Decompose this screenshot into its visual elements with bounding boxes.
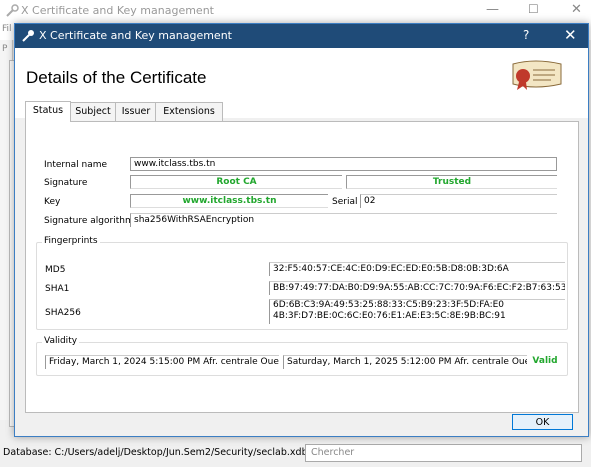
status-panel: Internal name www.itclass.tbs.tn Signatu… <box>25 121 579 413</box>
side-tab-label[interactable]: P <box>2 44 7 54</box>
signature-algorithm-label: Signature algorithm <box>44 216 134 226</box>
key-label: Key <box>44 197 61 207</box>
tab-extensions[interactable]: Extensions <box>155 102 223 121</box>
tab-issuer[interactable]: Issuer <box>115 102 157 121</box>
search-input[interactable]: Chercher <box>305 444 582 462</box>
signature-label: Signature <box>44 178 88 188</box>
sha256-line-2: 4B:3F:D7:BE:0C:6C:E0:76:E1:AE:E3:5C:8E:9… <box>273 311 506 321</box>
sha256-value: 6D:6B:C3:9A:49:53:25:88:33:C5:B9:23:3F:5… <box>269 299 565 324</box>
help-button[interactable]: ? <box>523 28 529 42</box>
tab-status[interactable]: Status <box>25 101 71 122</box>
dialog-close-button[interactable]: ✕ <box>564 26 577 44</box>
validity-title: Validity <box>42 336 80 346</box>
page-title: Details of the Certificate <box>26 68 207 87</box>
sha1-label: SHA1 <box>45 284 70 294</box>
tab-subject[interactable]: Subject <box>69 102 117 121</box>
internal-name-label: Internal name <box>44 160 108 170</box>
serial-value: 02 <box>360 194 557 208</box>
minimize-icon[interactable]: — <box>486 2 499 17</box>
valid-from: Friday, March 1, 2024 5:15:00 PM Afr. ce… <box>45 355 279 369</box>
dialog-title: X Certificate and Key management <box>39 29 232 42</box>
main-titlebar: X Certificate and Key management — ☐ ✕ <box>0 0 591 22</box>
certificate-scroll-icon <box>512 60 562 90</box>
fingerprints-group: Fingerprints MD5 32:F5:40:57:CE:4C:E0:D9… <box>36 236 568 330</box>
validity-state: Valid <box>529 355 561 369</box>
sha256-label: SHA256 <box>45 308 81 318</box>
certificate-key-icon <box>6 4 19 17</box>
ok-button[interactable]: OK <box>512 414 573 430</box>
certificate-details-dialog: X Certificate and Key management ? ✕ Det… <box>14 23 589 437</box>
md5-label: MD5 <box>45 265 66 275</box>
signature-status: Root CA <box>130 175 342 189</box>
maximize-icon[interactable]: ☐ <box>528 2 539 16</box>
close-icon[interactable]: ✕ <box>571 2 582 17</box>
key-name: www.itclass.tbs.tn <box>130 194 328 208</box>
certificate-key-icon <box>22 30 34 42</box>
internal-name-field[interactable]: www.itclass.tbs.tn <box>130 157 557 171</box>
md5-value: 32:F5:40:57:CE:4C:E0:D9:EC:ED:E0:5B:D8:0… <box>269 262 565 276</box>
main-window-title: X Certificate and Key management <box>21 4 214 17</box>
valid-until: Saturday, March 1, 2025 5:12:00 PM Afr. … <box>283 355 527 369</box>
sha1-value: BB:97:49:77:DA:B0:D9:9A:55:AB:CC:7C:70:9… <box>269 281 565 295</box>
signature-algorithm-value: sha256WithRSAEncryption <box>130 213 557 227</box>
dialog-titlebar: X Certificate and Key management ? ✕ <box>15 24 588 48</box>
validity-group: Validity Friday, March 1, 2024 5:15:00 P… <box>36 336 568 376</box>
database-path: Database: C:/Users/adelj/Desktop/Jun.Sem… <box>3 447 308 458</box>
menu-file[interactable]: Fil <box>2 24 12 34</box>
serial-label: Serial <box>332 197 358 207</box>
sha256-line-1: 6D:6B:C3:9A:49:53:25:88:33:C5:B9:23:3F:5… <box>273 300 505 310</box>
fingerprints-title: Fingerprints <box>42 236 100 246</box>
status-bar: Database: C:/Users/adelj/Desktop/Jun.Sem… <box>0 439 591 467</box>
trust-status: Trusted <box>346 175 557 189</box>
